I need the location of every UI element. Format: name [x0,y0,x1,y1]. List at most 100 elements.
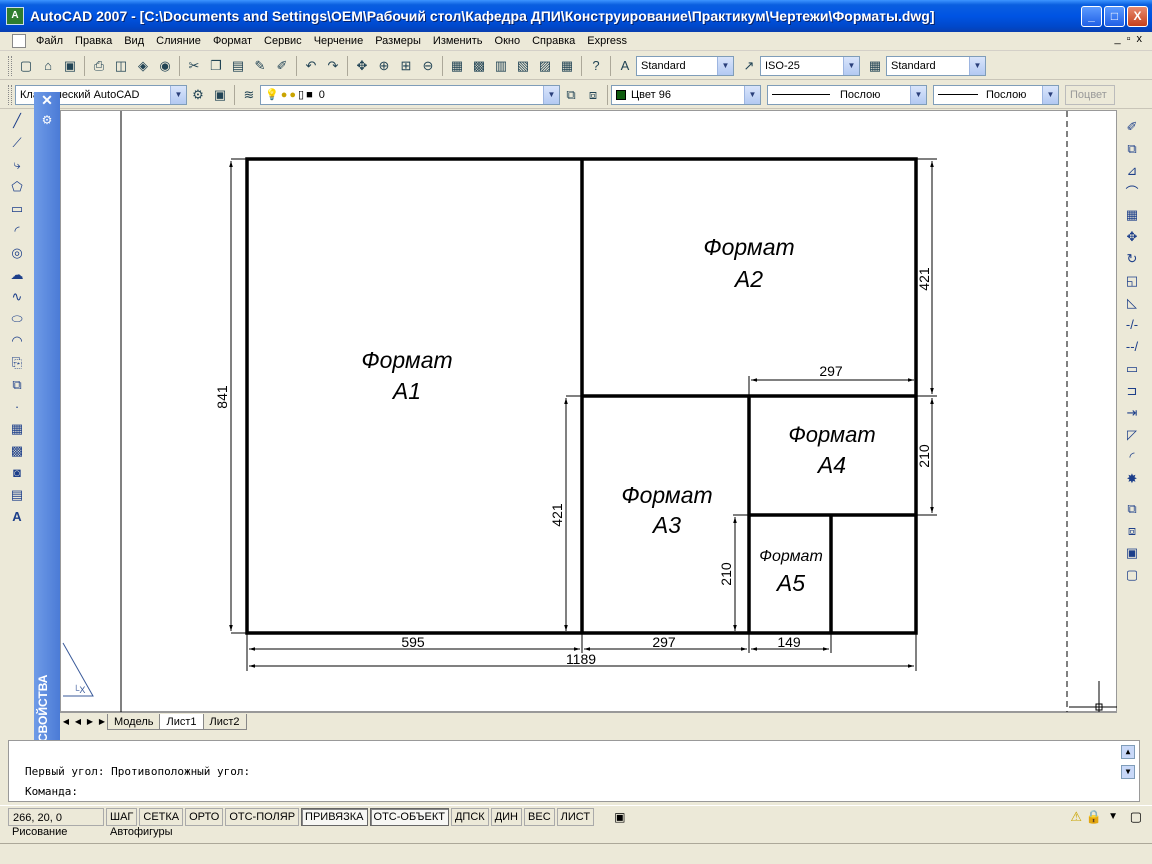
chevron-down-icon[interactable]: ▼ [910,85,926,104]
trim-icon[interactable]: -/- [1120,314,1144,336]
chevron-down-icon[interactable]: ▼ [744,85,760,104]
toolbar-grip[interactable] [8,55,12,76]
doc-minimize-button[interactable]: _ [1114,33,1120,45]
first-tab-icon[interactable]: ◀ [60,715,72,729]
snap-button[interactable]: ШАГ [106,807,138,826]
chevron-down-icon[interactable]: ▼ [1042,85,1058,104]
status-menu-icon[interactable]: ▼ [1108,811,1118,822]
coordinates-display[interactable]: 266, 20, 0 [8,807,104,826]
linetype-select[interactable]: Послою ▼ [767,84,927,105]
scale-icon[interactable]: ◱ [1120,270,1144,292]
ortho-button[interactable]: ОРТО [185,807,224,826]
close-button[interactable]: X [1127,6,1148,27]
menu-view[interactable]: Вид [118,32,150,51]
block-editor-icon[interactable]: ✐ [271,55,293,77]
cut-icon[interactable]: ✂ [183,55,205,77]
menu-draw[interactable]: Черчение [308,32,370,51]
explode-icon[interactable]: ✸ [1120,468,1144,490]
ellipse-icon[interactable]: ⬭ [5,308,29,330]
rectangle-icon[interactable]: ▭ [5,198,29,220]
zoom-previous-icon[interactable]: ⊖ [417,55,439,77]
maximize-button[interactable]: □ [1104,6,1125,27]
clean-screen-icon[interactable]: ▢ [1130,809,1142,825]
extend-icon[interactable]: --/ [1120,336,1144,358]
point-icon[interactable]: · [5,396,29,418]
arc-icon[interactable]: ◜ [5,220,29,242]
paper-button[interactable]: ЛИСТ [556,807,595,826]
menu-edit[interactable]: Правка [69,32,118,51]
lock-icon[interactable]: 🔒 [1086,809,1102,825]
dyn-button[interactable]: ДИН [490,807,523,826]
break-icon[interactable]: ⊐ [1120,380,1144,402]
document-icon[interactable] [12,34,26,48]
join-icon[interactable]: ⇥ [1120,402,1144,424]
text-style-icon[interactable]: A [614,55,636,77]
revision-cloud-icon[interactable]: ☁ [5,264,29,286]
chevron-down-icon[interactable]: ▼ [717,56,733,75]
mirror-icon[interactable]: ⊿ [1120,160,1144,182]
spline-icon[interactable]: ∿ [5,286,29,308]
draworder-above-icon[interactable]: ▣ [1120,542,1144,564]
maximize-viewport-icon[interactable]: ▣ [614,810,625,824]
text-style-select[interactable]: Standard ▼ [636,55,734,76]
copy-object-icon[interactable]: ⧉ [1120,138,1144,160]
quick-select-icon[interactable]: ⚙ [34,113,60,127]
offset-icon[interactable]: ⌒ [1120,182,1144,204]
zoom-window-icon[interactable]: ⊞ [395,55,417,77]
menu-dimension[interactable]: Размеры [369,32,427,51]
grid-button[interactable]: СЕТКА [139,807,184,826]
move-icon[interactable]: ✥ [1120,226,1144,248]
menu-window[interactable]: Окно [489,32,527,51]
menu-tools[interactable]: Сервис [258,32,308,51]
line-icon[interactable]: ╱ [5,110,29,132]
autocad-app-icon[interactable]: A [6,7,24,25]
menu-express[interactable]: Express [581,32,633,51]
color-select[interactable]: Цвет 96 ▼ [611,84,761,105]
doc-close-button[interactable]: x [1137,33,1143,45]
chevron-down-icon[interactable]: ▼ [843,56,859,75]
new-icon[interactable]: ▢ [15,55,37,77]
command-window[interactable]: Первый угол: Противоположный угол: Коман… [8,740,1140,802]
undo-icon[interactable]: ↶ [300,55,322,77]
help-icon[interactable]: ? [585,55,607,77]
layer-select[interactable]: 💡 ● ● ▯ ■ 0 ▼ [260,84,560,105]
draw-menu-label[interactable]: Рисование [12,827,67,838]
layer-manager-icon[interactable]: ≋ [238,84,260,106]
next-tab-icon[interactable]: ▶ [84,715,96,729]
lineweight-select[interactable]: Послою ▼ [933,84,1059,105]
scroll-down-icon[interactable]: ▼ [1121,765,1135,779]
lwt-button[interactable]: ВЕС [524,807,555,826]
array-icon[interactable]: ▦ [1120,204,1144,226]
close-icon[interactable]: ✕ [34,92,60,109]
tab-sheet1[interactable]: Лист1 [159,713,204,730]
calculator-icon[interactable]: ▦ [556,55,578,77]
hatch-icon[interactable]: ▦ [5,418,29,440]
tab-sheet2[interactable]: Лист2 [202,713,247,730]
open-icon[interactable]: ⌂ [37,55,59,77]
menu-format[interactable]: Формат [207,32,258,51]
3d-dwf-icon[interactable]: ◉ [154,55,176,77]
drawing-area[interactable]: Формат А1 Формат А2 Формат А3 Формат А4 … [60,110,1117,713]
menu-merge[interactable]: Слияние [150,32,207,51]
tab-model[interactable]: Модель [107,713,161,730]
circle-icon[interactable]: ◎ [5,242,29,264]
polar-button[interactable]: ОТС-ПОЛЯР [225,807,300,826]
table-style-select[interactable]: Standard ▼ [886,55,986,76]
draworder-back-icon[interactable]: ⧈ [1120,520,1144,542]
menu-help[interactable]: Справка [526,32,581,51]
polyline-icon[interactable]: ⤷ [5,154,29,176]
ducs-button[interactable]: ДПСК [450,807,489,826]
stretch-icon[interactable]: ◺ [1120,292,1144,314]
properties-icon[interactable]: ▦ [446,55,468,77]
zoom-realtime-icon[interactable]: ⊕ [373,55,395,77]
make-layer-current-icon[interactable]: ⧉ [560,84,582,106]
table-style-icon[interactable]: ▦ [864,55,886,77]
chevron-down-icon[interactable]: ▼ [969,56,985,75]
publish-icon[interactable]: ◈ [132,55,154,77]
communication-center-icon[interactable]: ⚠ [1070,809,1082,825]
plot-preview-icon[interactable]: ◫ [110,55,132,77]
toolbar-grip[interactable] [8,84,12,105]
erase-icon[interactable]: ✐ [1120,116,1144,138]
paste-icon[interactable]: ▤ [227,55,249,77]
save-icon[interactable]: ▣ [59,55,81,77]
